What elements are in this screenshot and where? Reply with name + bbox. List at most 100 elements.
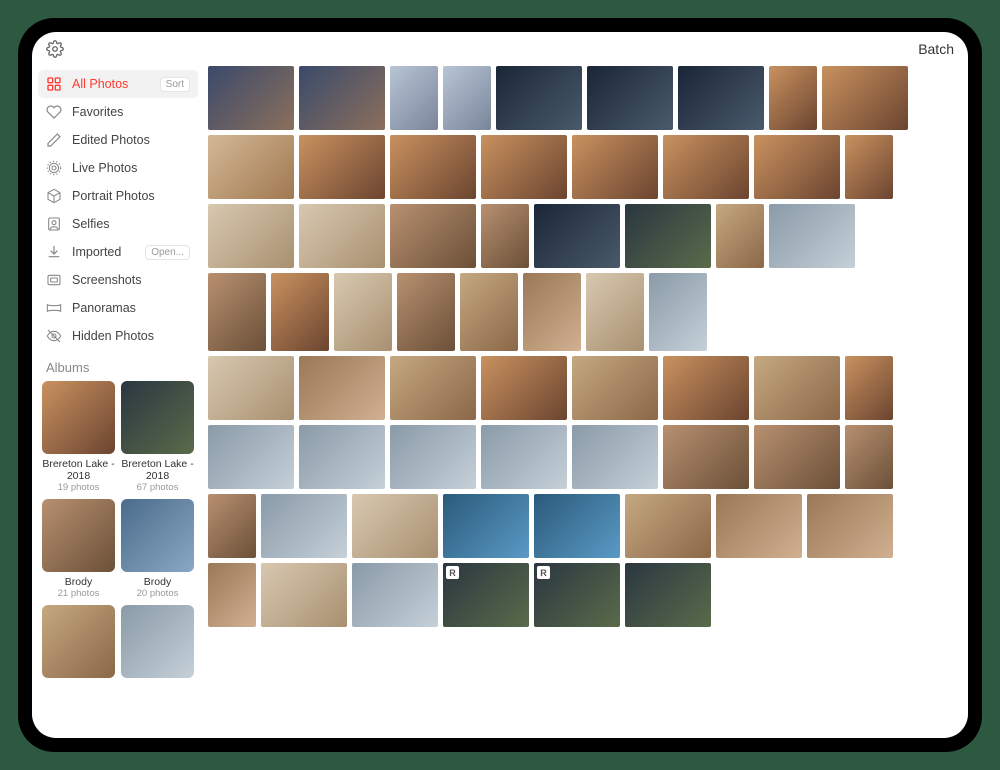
album-name: Brody — [121, 576, 194, 588]
sort-button[interactable]: Sort — [160, 77, 190, 92]
photo-thumb[interactable] — [390, 425, 476, 489]
photo-thumb[interactable] — [390, 66, 438, 130]
photo-thumb[interactable] — [496, 66, 582, 130]
album-item[interactable]: Brereton Lake - 2018 19 photos — [42, 381, 115, 493]
photo-thumb[interactable] — [572, 135, 658, 199]
sidebar-item-screenshots[interactable]: Screenshots — [38, 266, 198, 294]
photo-thumb[interactable] — [716, 494, 802, 558]
photo-thumb[interactable] — [481, 204, 529, 268]
photo-thumb[interactable] — [754, 425, 840, 489]
sidebar-item-edited[interactable]: Edited Photos — [38, 126, 198, 154]
photo-thumb[interactable] — [390, 204, 476, 268]
photo-thumb[interactable] — [481, 135, 567, 199]
sidebar-item-label: Edited Photos — [72, 133, 190, 147]
photo-thumb[interactable] — [625, 204, 711, 268]
album-name: Brody — [42, 576, 115, 588]
photo-thumb[interactable] — [390, 356, 476, 420]
sidebar-item-label: Favorites — [72, 105, 190, 119]
screen: Batch All Photos Sort Favorites Edited P… — [32, 32, 968, 738]
photo-thumb[interactable] — [208, 494, 256, 558]
photo-thumb[interactable] — [534, 204, 620, 268]
photo-thumb[interactable] — [754, 135, 840, 199]
photo-thumb[interactable] — [208, 425, 294, 489]
album-item[interactable] — [42, 605, 115, 678]
photo-thumb[interactable] — [586, 273, 644, 351]
photo-thumb[interactable] — [261, 494, 347, 558]
photo-thumb[interactable] — [261, 563, 347, 627]
photo-thumb[interactable] — [769, 66, 817, 130]
photo-thumb[interactable] — [390, 135, 476, 199]
photo-thumb[interactable] — [572, 425, 658, 489]
photo-thumb[interactable] — [208, 563, 256, 627]
photo-thumb[interactable] — [845, 356, 893, 420]
sidebar-item-label: Hidden Photos — [72, 329, 190, 343]
album-thumb — [121, 499, 194, 572]
photo-row — [204, 66, 962, 130]
photo-thumb[interactable] — [678, 66, 764, 130]
sidebar-item-label: Selfies — [72, 217, 190, 231]
photo-thumb[interactable] — [769, 204, 855, 268]
photo-thumb[interactable] — [352, 494, 438, 558]
sidebar-item-selfies[interactable]: Selfies — [38, 210, 198, 238]
photo-thumb[interactable] — [845, 135, 893, 199]
photo-thumb[interactable] — [208, 204, 294, 268]
sidebar-item-favorites[interactable]: Favorites — [38, 98, 198, 126]
photo-thumb[interactable] — [663, 425, 749, 489]
photo-thumb[interactable] — [481, 356, 567, 420]
photo-thumb[interactable] — [208, 66, 294, 130]
photo-thumb[interactable] — [299, 356, 385, 420]
photo-thumb[interactable] — [625, 563, 711, 627]
photo-thumb[interactable] — [822, 66, 908, 130]
photo-thumb[interactable] — [663, 135, 749, 199]
photo-thumb[interactable] — [352, 563, 438, 627]
photo-thumb[interactable] — [481, 425, 567, 489]
albums-grid: Brereton Lake - 2018 19 photos Brereton … — [38, 381, 198, 686]
photo-thumb[interactable] — [754, 356, 840, 420]
photo-thumb[interactable] — [299, 425, 385, 489]
photo-thumb[interactable] — [649, 273, 707, 351]
photo-thumb[interactable] — [208, 273, 266, 351]
photo-thumb[interactable]: R — [443, 563, 529, 627]
photo-thumb[interactable] — [334, 273, 392, 351]
album-name: Brereton Lake - 2018 — [121, 458, 194, 482]
photo-thumb[interactable] — [299, 204, 385, 268]
album-item[interactable]: Brody 21 photos — [42, 499, 115, 599]
photo-thumb[interactable] — [534, 494, 620, 558]
gear-icon[interactable] — [46, 40, 64, 58]
sidebar-item-portrait[interactable]: Portrait Photos — [38, 182, 198, 210]
album-item[interactable]: Brereton Lake - 2018 67 photos — [121, 381, 194, 493]
photo-thumb[interactable] — [807, 494, 893, 558]
photo-thumb[interactable] — [443, 494, 529, 558]
album-thumb — [121, 381, 194, 454]
photo-thumb[interactable] — [572, 356, 658, 420]
open-button[interactable]: Open... — [145, 245, 190, 260]
album-count: 20 photos — [121, 588, 194, 599]
photo-thumb[interactable] — [299, 66, 385, 130]
photo-thumb[interactable] — [397, 273, 455, 351]
photo-thumb[interactable] — [208, 135, 294, 199]
batch-button[interactable]: Batch — [918, 41, 954, 57]
photo-thumb[interactable] — [625, 494, 711, 558]
photo-thumb[interactable] — [208, 356, 294, 420]
cube-icon — [46, 188, 62, 204]
photo-thumb[interactable] — [443, 66, 491, 130]
album-item[interactable]: Brody 20 photos — [121, 499, 194, 599]
photo-thumb[interactable] — [271, 273, 329, 351]
sidebar-item-hidden[interactable]: Hidden Photos — [38, 322, 198, 350]
sidebar-item-panoramas[interactable]: Panoramas — [38, 294, 198, 322]
photo-thumb[interactable] — [716, 204, 764, 268]
photo-thumb[interactable]: R — [534, 563, 620, 627]
photo-row — [204, 494, 962, 558]
live-icon — [46, 160, 62, 176]
photo-thumb[interactable] — [663, 356, 749, 420]
photo-thumb[interactable] — [523, 273, 581, 351]
photo-thumb[interactable] — [587, 66, 673, 130]
sidebar-item-imported[interactable]: Imported Open... — [38, 238, 198, 266]
photo-thumb[interactable] — [460, 273, 518, 351]
sidebar-item-live[interactable]: Live Photos — [38, 154, 198, 182]
photo-thumb[interactable] — [299, 135, 385, 199]
album-item[interactable] — [121, 605, 194, 678]
sidebar-item-all-photos[interactable]: All Photos Sort — [38, 70, 198, 98]
photo-thumb[interactable] — [845, 425, 893, 489]
photo-grid[interactable]: RR — [204, 66, 968, 738]
